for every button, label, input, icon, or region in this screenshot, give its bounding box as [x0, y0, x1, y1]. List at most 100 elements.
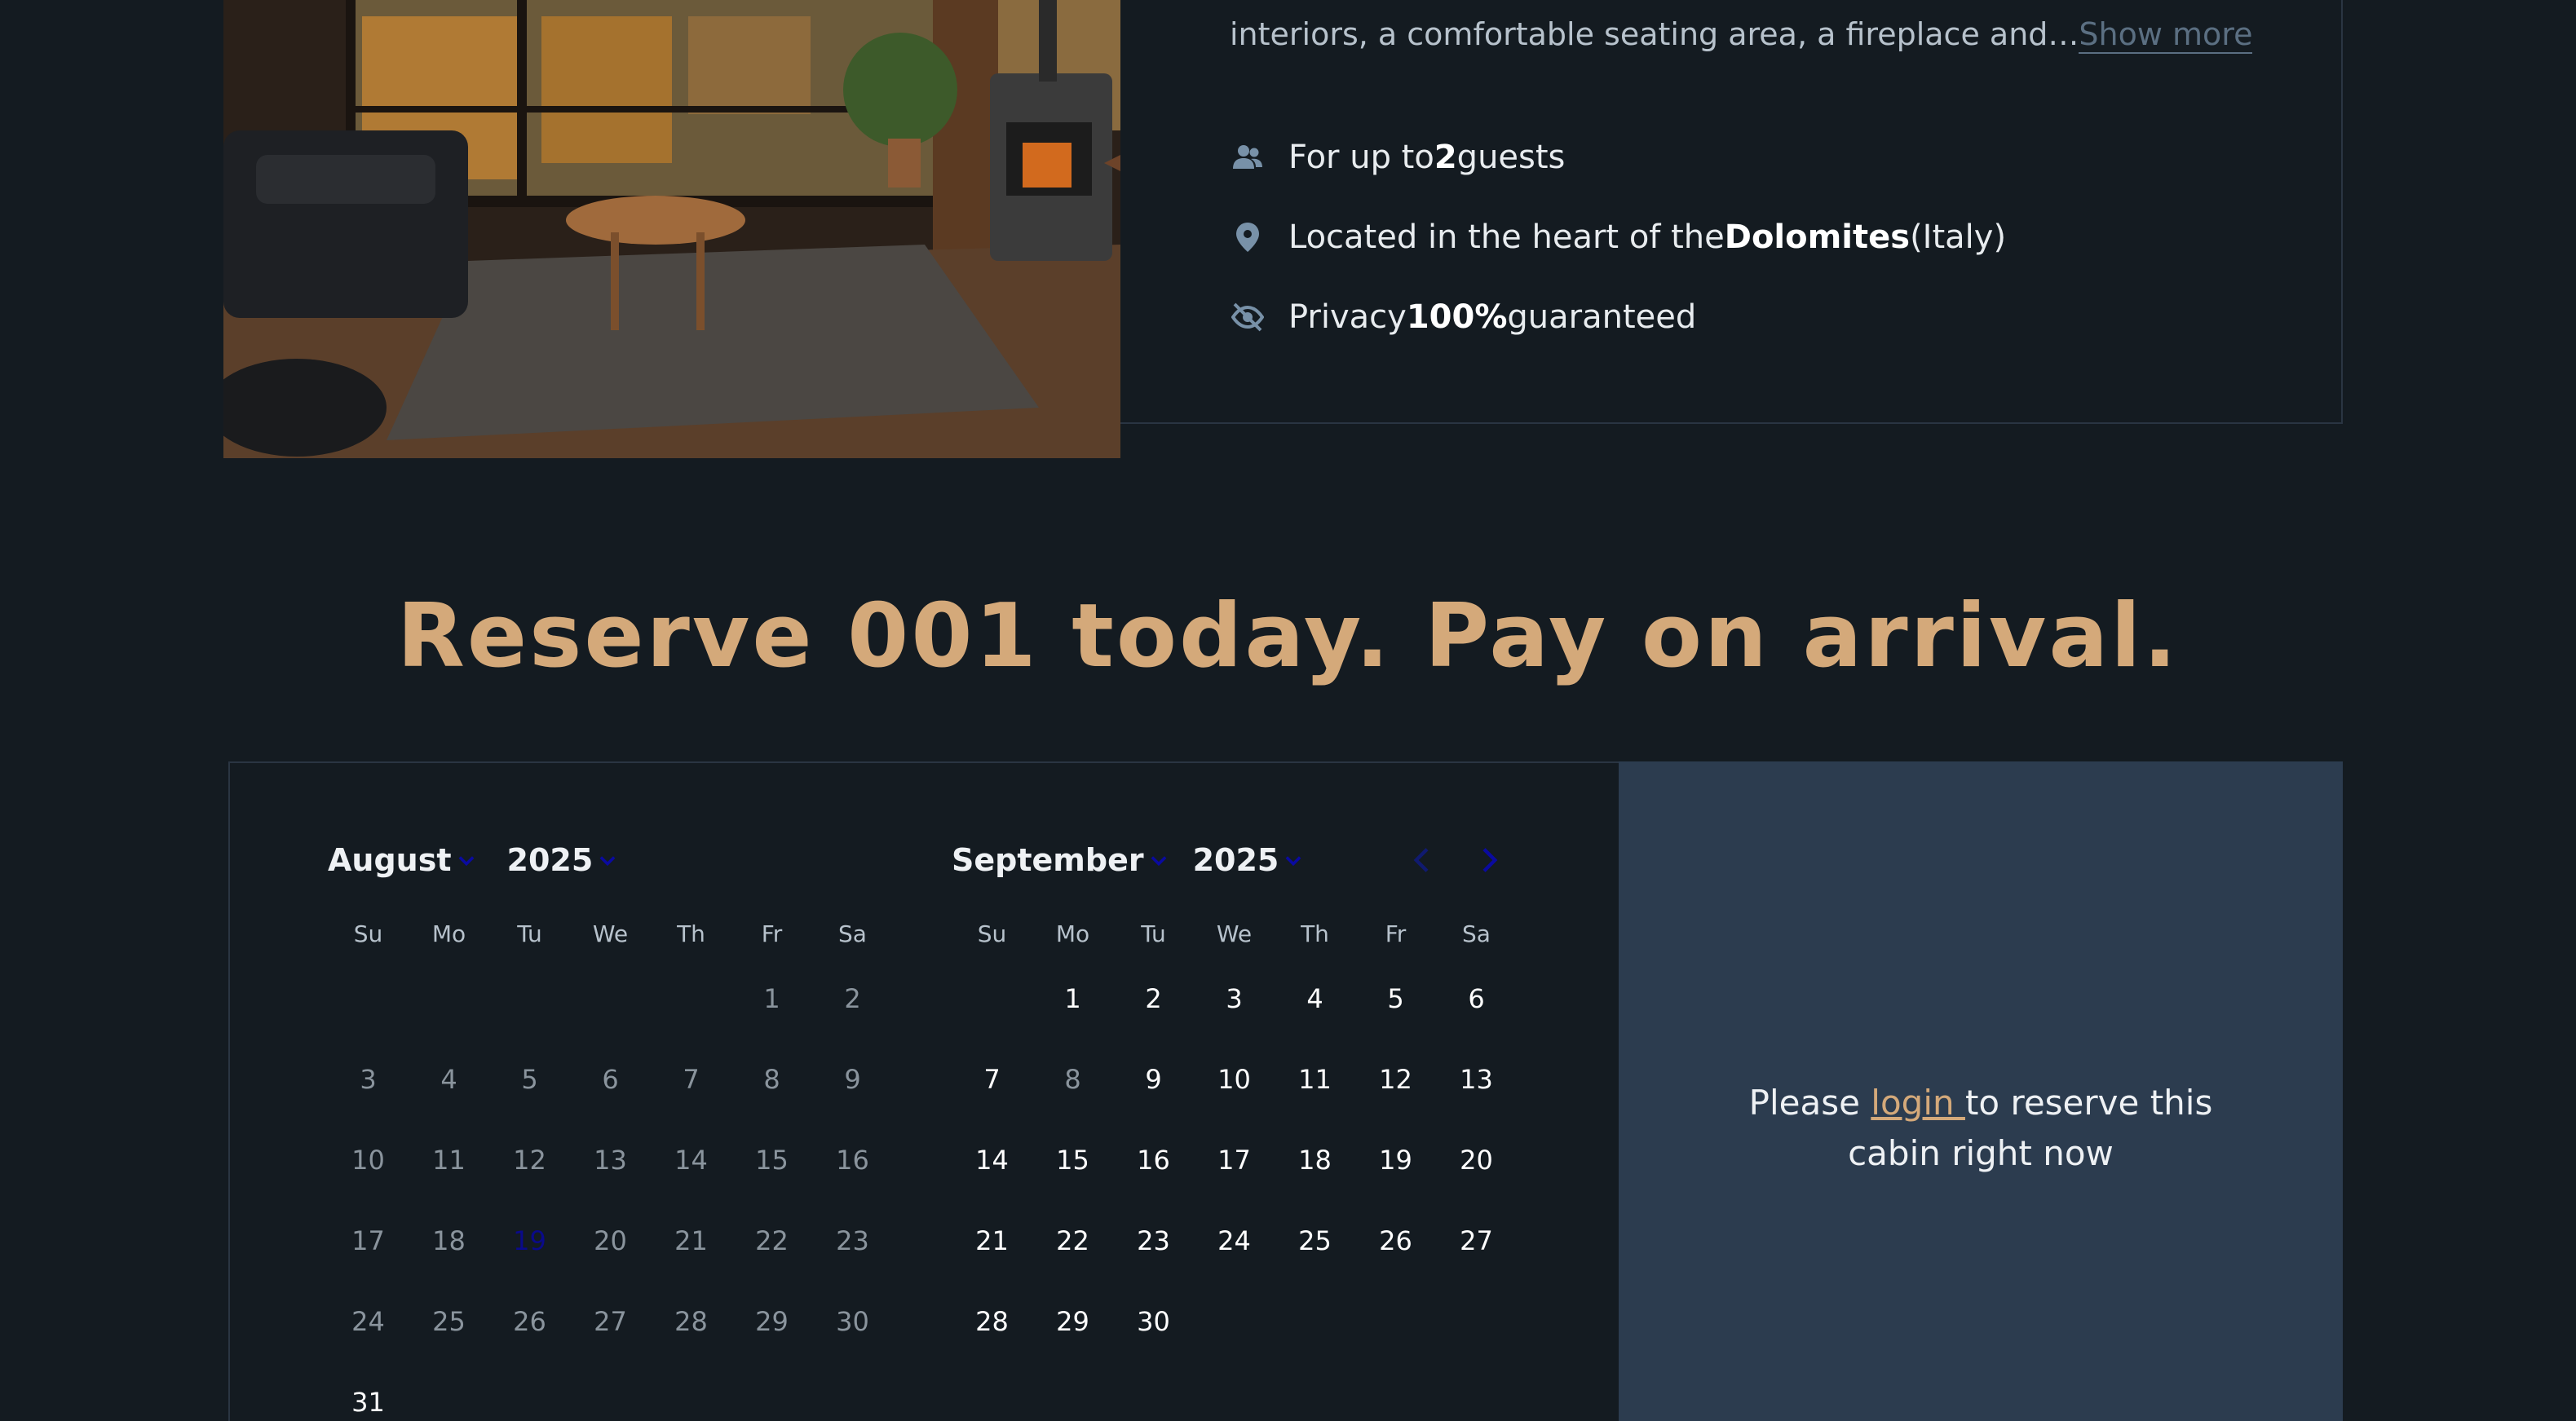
- calendar-day: 6: [602, 1064, 619, 1095]
- calendar-day: 25: [432, 1306, 466, 1337]
- calendar-day[interactable]: 5: [1355, 959, 1436, 1039]
- chevron-left-icon[interactable]: [1403, 840, 1443, 880]
- calendar-day[interactable]: 24: [1194, 1201, 1275, 1282]
- calendar-grid: 1 2 3 4 5 6 7 8 9 10 11 12 13 14 15 16 17 18 19 20 21 22 23 24 2…: [328, 959, 893, 1421]
- calendar-day[interactable]: 13: [1436, 1039, 1517, 1120]
- calendar-day[interactable]: 31: [328, 1362, 409, 1421]
- calendar-day: 21: [674, 1225, 708, 1256]
- year-label: 2025: [506, 842, 594, 878]
- calendar-day: 17: [351, 1225, 385, 1256]
- calendar-empty-cell: [409, 1362, 489, 1421]
- year-select[interactable]: 2025: [507, 842, 620, 878]
- calendar-day: 13: [594, 1145, 627, 1176]
- calendar-day: 18: [432, 1225, 466, 1256]
- calendar-day: 12: [513, 1145, 546, 1176]
- location-pin-icon: [1230, 219, 1266, 255]
- calendar-day[interactable]: 4: [1275, 959, 1355, 1039]
- cabin-description: interiors, a comfortable seating area, a…: [1230, 0, 2290, 68]
- calendar-empty-cell: [1275, 1282, 1355, 1362]
- calendar-day: 7: [683, 1064, 700, 1095]
- weekday-label: We: [1216, 920, 1253, 947]
- weekday-label: Mo: [1055, 920, 1090, 947]
- calendar-week-row: 12: [328, 959, 893, 1039]
- calendar-day[interactable]: 19: [1355, 1120, 1436, 1201]
- guests-icon: [1230, 139, 1266, 175]
- calendar-day[interactable]: 12: [1355, 1039, 1436, 1120]
- calendar-day: 24: [351, 1306, 385, 1337]
- month-select[interactable]: September: [952, 842, 1170, 878]
- calendar-day[interactable]: 16: [1113, 1120, 1194, 1201]
- calendar-day[interactable]: 6: [1436, 959, 1517, 1039]
- calendar-week-row: 3 4 5 6 7 8 9: [328, 1039, 893, 1120]
- calendar-week-row: 24 25 26 27 28 29 30: [328, 1282, 893, 1362]
- month-select[interactable]: August: [328, 842, 478, 878]
- reserve-title: Reserve 001 today. Pay on arrival.: [396, 585, 2180, 687]
- calendar-day: 20: [594, 1225, 627, 1256]
- calendar-day: 22: [755, 1225, 789, 1256]
- calendar-day[interactable]: 30: [1113, 1282, 1194, 1362]
- calendar-day[interactable]: 15: [1032, 1120, 1113, 1201]
- weekday-label: Fr: [1385, 920, 1407, 947]
- calendar-day: 9: [844, 1064, 861, 1095]
- chevron-down-icon: [599, 856, 616, 867]
- calendar-day[interactable]: 1: [1032, 959, 1113, 1039]
- chevron-down-icon: [1151, 856, 1166, 867]
- month-label: September: [952, 842, 1144, 878]
- feature-location: Located in the heart of the Dolomites (It…: [1230, 218, 2006, 256]
- month-header: August 2025: [328, 832, 893, 889]
- calendar-day[interactable]: 18: [1275, 1120, 1355, 1201]
- calendar-day: 23: [836, 1225, 869, 1256]
- calendar-week-row: 21 22 23 24 25 26 27: [952, 1201, 1517, 1282]
- cabin-info: interiors, a comfortable seating area, a…: [1230, 0, 2290, 336]
- calendar-day: 3: [360, 1064, 377, 1095]
- calendar-day[interactable]: 11: [1275, 1039, 1355, 1120]
- calendar-day[interactable]: 14: [952, 1120, 1032, 1201]
- feature-text: (Italy): [1910, 218, 2007, 256]
- calendar-day[interactable]: 29: [1032, 1282, 1113, 1362]
- feature-bold: 100%: [1406, 298, 1508, 336]
- chevron-right-icon[interactable]: [1468, 840, 1509, 880]
- calendar-day[interactable]: 25: [1275, 1201, 1355, 1282]
- calendar-day[interactable]: 20: [1436, 1120, 1517, 1201]
- login-link[interactable]: login: [1871, 1083, 1965, 1123]
- calendar-day[interactable]: 17: [1194, 1120, 1275, 1201]
- calendar-day: 1: [763, 983, 780, 1014]
- calendar-day[interactable]: 10: [1194, 1039, 1275, 1120]
- feature-text: For up to: [1288, 139, 1434, 176]
- calendar-day[interactable]: 26: [1355, 1201, 1436, 1282]
- feature-text: Privacy: [1288, 298, 1407, 336]
- calendar-empty-cell: [731, 1362, 812, 1421]
- calendar-empty-cell: [1194, 1282, 1275, 1362]
- calendar-day: 26: [513, 1306, 546, 1337]
- calendar-day[interactable]: 27: [1436, 1201, 1517, 1282]
- calendar-day[interactable]: 28: [952, 1282, 1032, 1362]
- year-select[interactable]: 2025: [1193, 842, 1306, 878]
- calendar-day[interactable]: 7: [952, 1039, 1032, 1120]
- calendar-day: 8: [1064, 1064, 1081, 1095]
- calendar-day[interactable]: 21: [952, 1201, 1032, 1282]
- calendar-week-row: 31: [328, 1362, 893, 1421]
- weekday-label: Sa: [838, 920, 867, 947]
- calendar-day[interactable]: 22: [1032, 1201, 1113, 1282]
- weekday-label: Tu: [1141, 920, 1166, 947]
- calendar-month-august: August 2025 Su Mo Tu We Th Fr Sa 1 2 3 4 5 6 7 8 9 10 11…: [328, 832, 893, 1421]
- calendar-empty-cell: [570, 959, 651, 1039]
- calendar-day: 8: [763, 1064, 780, 1095]
- calendar-empty-cell: [1355, 1282, 1436, 1362]
- eye-slash-icon: [1230, 299, 1266, 335]
- calendar-empty-cell: [409, 959, 489, 1039]
- calendar-day: 16: [836, 1145, 869, 1176]
- chevron-down-icon: [458, 856, 474, 867]
- feature-bold: Dolomites: [1724, 218, 1911, 256]
- weekday-header-row: Su Mo Tu We Th Fr Sa: [952, 889, 1517, 959]
- weekday-label: Su: [977, 920, 1007, 947]
- calendar-day[interactable]: 23: [1113, 1201, 1194, 1282]
- calendar-day[interactable]: 2: [1113, 959, 1194, 1039]
- calendar-day[interactable]: 3: [1194, 959, 1275, 1039]
- calendar-day: 30: [836, 1306, 869, 1337]
- calendar-day[interactable]: 9: [1113, 1039, 1194, 1120]
- calendar-empty-cell: [952, 959, 1032, 1039]
- calendar-day: 2: [844, 983, 861, 1014]
- show-more-link[interactable]: Show more: [2079, 16, 2253, 54]
- calendar-empty-cell: [328, 959, 409, 1039]
